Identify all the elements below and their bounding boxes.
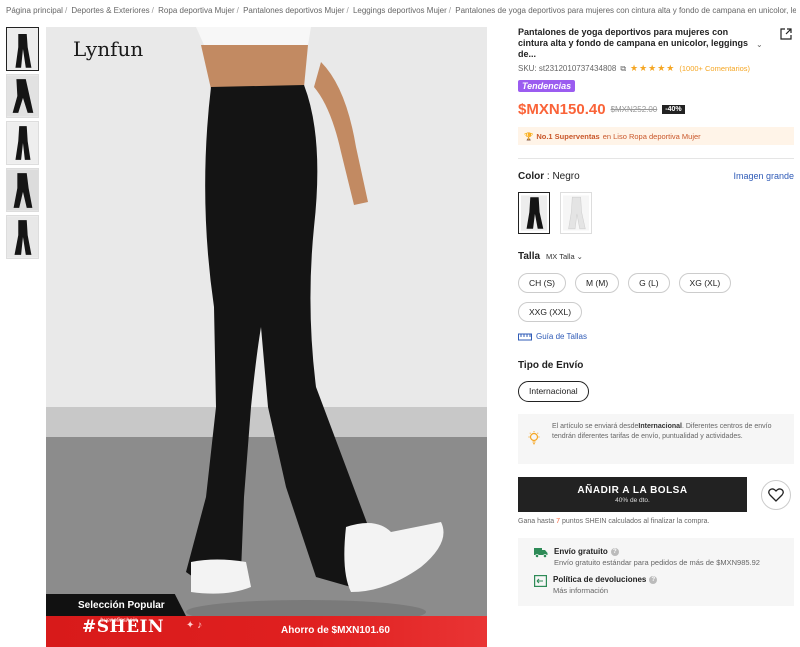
main-product-image[interactable]: Lynfun Selección Popular buenofinshein #… <box>46 27 487 647</box>
free-shipping-desc: Envío gratuito estándar para pedidos de … <box>554 558 760 567</box>
thumbnail-4[interactable] <box>6 168 39 212</box>
shipping-note-pre: El artículo se enviará desde <box>552 423 639 430</box>
returns-desc[interactable]: Más información <box>553 586 657 595</box>
share-icon[interactable] <box>780 28 792 40</box>
popular-tag: Selección Popular <box>46 594 186 616</box>
shipping-label: Tipo de Envío <box>518 360 584 371</box>
return-box-icon <box>534 575 547 587</box>
free-shipping-item[interactable]: Envío gratuito? Envío gratuito estándar … <box>534 547 794 567</box>
shipping-note-origin: Internacional <box>638 423 682 430</box>
shipping-returns-box: Envío gratuito? Envío gratuito estándar … <box>518 538 794 606</box>
heart-icon <box>768 487 784 502</box>
reviews-link[interactable]: (1000+ Comentarios) <box>679 64 750 73</box>
add-to-cart-discount: 40% de dto. <box>615 497 650 504</box>
truck-icon <box>534 548 548 558</box>
size-unit-value: MX Talla <box>546 252 575 261</box>
sparkle-icon: ✦ ♪ <box>186 620 203 631</box>
trophy-icon: 🏆 <box>524 131 534 141</box>
large-image-link[interactable]: Imagen grande <box>733 171 794 182</box>
breadcrumb-item[interactable]: Página principal <box>6 6 63 15</box>
points-text: Gana hasta 7 puntos SHEIN calculados al … <box>518 518 798 525</box>
thumbnail-1[interactable] <box>6 27 39 71</box>
breadcrumb: Página principal / Deportes & Exteriores /… <box>6 6 796 15</box>
color-label-group: Color : Negro <box>518 171 580 182</box>
swatch-black[interactable] <box>518 192 550 234</box>
help-icon[interactable]: ? <box>610 547 619 556</box>
points-post: puntos SHEIN calculados al finalizar la … <box>562 518 710 525</box>
promo-hashtag: #SHEIN <box>82 617 165 637</box>
bestseller-category: en Liso Ropa deportiva Mujer <box>602 131 701 141</box>
color-value: Negro <box>552 171 580 182</box>
shipping-note: El artículo se enviará desdeInternaciona… <box>518 414 794 464</box>
thumbnail-list <box>6 27 39 262</box>
product-photo <box>46 27 487 647</box>
size-option[interactable]: XXG (XXL) <box>518 302 583 322</box>
size-option[interactable]: M (M) <box>574 273 620 293</box>
bestseller-rank: No.1 Superventas <box>536 131 600 141</box>
lightbulb-icon <box>528 431 540 445</box>
color-label: Color <box>518 171 545 182</box>
chevron-down-icon[interactable]: ⌄ <box>756 40 763 49</box>
sku-text: SKU: st2312010737434808 <box>518 64 617 73</box>
product-info-panel: Pantalones de yoga deportivos para mujer… <box>518 27 798 606</box>
returns-title: Política de devoluciones <box>553 575 647 584</box>
promo-saving-text: Ahorro de $MXN101.60 <box>281 625 390 636</box>
wishlist-button[interactable] <box>761 479 791 510</box>
size-option[interactable]: CH (S) <box>518 273 566 293</box>
thumbnail-3[interactable] <box>6 121 39 165</box>
divider <box>518 158 794 159</box>
shipping-option[interactable]: Internacional <box>518 381 589 402</box>
discount-badge: -40% <box>662 105 685 114</box>
breadcrumb-item[interactable]: Pantalones deportivos Mujer <box>243 6 344 15</box>
trend-badge[interactable]: Tendencias <box>518 80 576 92</box>
chevron-down-icon: ⌄ <box>576 252 583 261</box>
points-pre: Gana hasta <box>518 518 555 525</box>
breadcrumb-current: Pantalones de yoga deportivos para mujer… <box>455 6 796 15</box>
thumbnail-5[interactable] <box>6 215 39 259</box>
size-option[interactable]: G (L) <box>628 273 670 293</box>
swatch-white[interactable] <box>560 192 592 234</box>
size-unit-select[interactable]: MX Talla ⌄ <box>546 252 583 261</box>
free-shipping-title: Envío gratuito <box>554 547 608 556</box>
breadcrumb-item[interactable]: Deportes & Exteriores <box>71 6 149 15</box>
add-to-cart-label: AÑADIR A LA BOLSA <box>577 485 688 496</box>
points-number: 7 <box>556 518 561 525</box>
size-option[interactable]: XG (XL) <box>678 273 732 293</box>
copy-icon[interactable]: ⧉ <box>620 64 626 74</box>
size-guide-label: Guía de Tallas <box>536 332 587 341</box>
thumbnail-2[interactable] <box>6 74 39 118</box>
help-icon[interactable]: ? <box>649 575 658 584</box>
bestseller-banner[interactable]: 🏆 No.1 Superventas en Liso Ropa deportiv… <box>518 127 794 145</box>
breadcrumb-item[interactable]: Leggings deportivos Mujer <box>353 6 447 15</box>
current-price: $MXN150.40 <box>518 101 606 118</box>
original-price: $MXN252.00 <box>610 105 658 114</box>
size-guide-link[interactable]: Guía de Tallas <box>518 332 798 341</box>
returns-item[interactable]: Política de devoluciones? Más informació… <box>534 575 794 595</box>
color-swatches <box>518 192 798 234</box>
add-to-cart-button[interactable]: AÑADIR A LA BOLSA 40% de dto. <box>518 477 747 512</box>
rating-stars: ★★★★★ <box>630 63 676 73</box>
breadcrumb-item[interactable]: Ropa deportiva Mujer <box>158 6 234 15</box>
size-options: CH (S) M (M) G (L) XG (XL) XXG (XXL) <box>518 273 794 322</box>
promo-banner: buenofinshein #SHEIN ✦ ♪ Ahorro de $MXN1… <box>46 616 487 647</box>
brand-logo: Lynfun <box>73 37 144 61</box>
ruler-icon <box>518 333 532 340</box>
size-label: Talla <box>518 251 541 262</box>
product-title: Pantalones de yoga deportivos para mujer… <box>518 27 749 59</box>
